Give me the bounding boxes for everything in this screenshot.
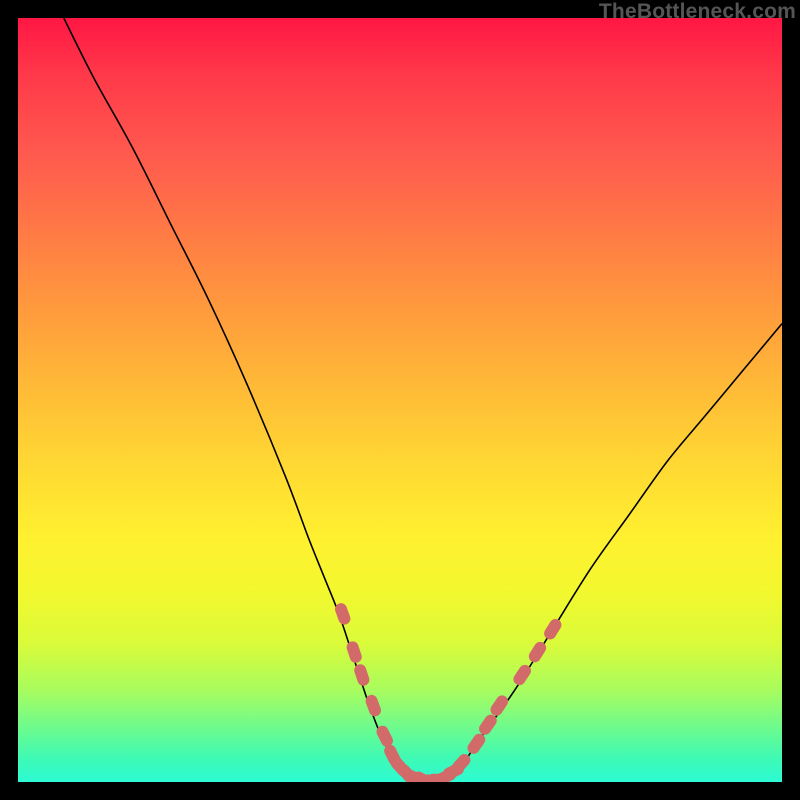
marker-lozenge <box>527 640 549 665</box>
chart-frame <box>18 18 782 782</box>
marker-group <box>333 602 563 782</box>
marker-lozenge <box>542 617 564 642</box>
marker-lozenge <box>465 731 487 756</box>
marker-lozenge <box>488 693 510 718</box>
marker-lozenge <box>353 663 371 688</box>
chart-svg <box>18 18 782 782</box>
curve-line <box>64 18 782 782</box>
marker-lozenge <box>345 640 363 665</box>
watermark-text: TheBottleneck.com <box>599 0 796 24</box>
